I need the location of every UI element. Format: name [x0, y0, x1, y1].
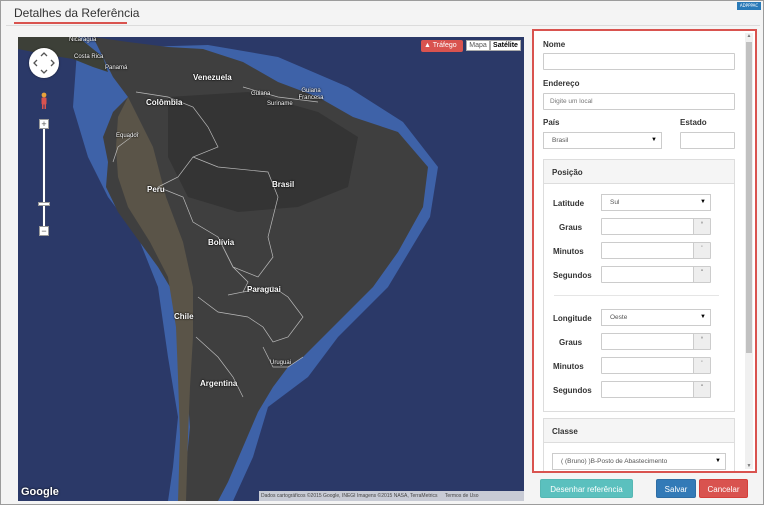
- google-logo: Google: [21, 486, 59, 498]
- degree-addon: °: [693, 219, 710, 234]
- map-label-chile: Chile: [174, 312, 194, 321]
- lat-graus-input[interactable]: °: [601, 218, 711, 235]
- draw-reference-button[interactable]: Desenhar referência: [540, 479, 633, 498]
- map-label-colombia: Colômbia: [146, 98, 183, 107]
- scroll-up-icon[interactable]: ▲: [745, 33, 753, 39]
- scrollbar-thumb[interactable]: [746, 42, 752, 353]
- terms-link[interactable]: Termos de Uso: [445, 493, 479, 499]
- title-underline: [14, 22, 127, 24]
- zoom-in-button[interactable]: +: [39, 119, 49, 129]
- pais-value: Brasil: [552, 137, 569, 144]
- page-title: Detalhes da Referência: [14, 6, 140, 20]
- second-addon: ": [693, 267, 710, 282]
- endereco-input[interactable]: Digite um local: [543, 93, 735, 110]
- lat-minutos-label: Minutos: [553, 247, 584, 256]
- posicao-card-header: Posição: [544, 160, 734, 184]
- map-label-equador: Equador: [116, 133, 139, 139]
- traffic-button[interactable]: ▲ Tráfego: [421, 40, 463, 52]
- map-label-peru: Peru: [147, 185, 165, 194]
- endereco-label: Endereço: [543, 79, 580, 88]
- position-divider: [554, 295, 719, 296]
- latitude-value: Sul: [610, 199, 620, 206]
- lat-segundos-label: Segundos: [553, 271, 592, 280]
- lon-minutos-label: Minutos: [553, 362, 584, 371]
- pan-control[interactable]: [29, 48, 59, 78]
- estado-input[interactable]: [680, 132, 735, 149]
- panel-scrollbar[interactable]: ▲ ▼: [745, 33, 753, 469]
- classe-title: Classe: [552, 427, 578, 436]
- map-label-panama: Panamá: [105, 65, 128, 71]
- minute-addon: ': [693, 358, 710, 373]
- zoom-out-button[interactable]: −: [39, 226, 49, 236]
- minute-addon: ': [693, 243, 710, 258]
- lon-segundos-input[interactable]: ": [601, 381, 711, 398]
- lon-graus-label: Graus: [559, 338, 583, 347]
- pegman-icon[interactable]: [40, 92, 48, 110]
- classe-value: ( (Bruno) )B-Posto de Abastecimento: [561, 458, 668, 465]
- map-view[interactable]: Nicaragua Costa Rica Panamá Venezuela Gu…: [18, 37, 524, 501]
- map-type-map-button[interactable]: Mapa: [466, 40, 490, 51]
- map-type-satellite-button[interactable]: Satélite: [490, 40, 521, 51]
- zoom-slider-handle[interactable]: [38, 202, 50, 206]
- pan-arrows-icon: [33, 52, 55, 74]
- longitude-value: Oeste: [610, 314, 628, 321]
- traffic-icon: ▲: [424, 42, 431, 49]
- map-label-costa-rica: Costa Rica: [74, 54, 104, 60]
- map-label-brasil: Brasil: [272, 180, 295, 189]
- posicao-card: Posição Latitude Sul ▼ Graus ° Minutos '…: [543, 159, 735, 412]
- map-label-guiana-francesa: Guiana Francesa: [298, 88, 324, 101]
- nome-label: Nome: [543, 40, 566, 49]
- map-label-uruguai: Uruguai: [270, 360, 292, 366]
- classe-card-header: Classe: [544, 419, 734, 443]
- title-divider: [6, 25, 760, 26]
- map-label-argentina: Argentina: [200, 379, 238, 388]
- traffic-label: Tráfego: [432, 42, 457, 49]
- map-attribution: Dados cartográficos ©2015 Google, INEGI …: [259, 491, 524, 501]
- pais-select[interactable]: Brasil ▼: [543, 132, 662, 149]
- posicao-title: Posição: [552, 168, 583, 177]
- longitude-label: Longitude: [553, 314, 592, 323]
- chevron-down-icon: ▼: [651, 137, 657, 143]
- latitude-select[interactable]: Sul ▼: [601, 194, 711, 211]
- zoom-slider-track[interactable]: [43, 126, 45, 230]
- attribution-text: Dados cartográficos ©2015 Google, INEGI …: [261, 493, 438, 499]
- estado-label: Estado: [680, 118, 707, 127]
- map-label-paraguai: Paraguai: [247, 285, 281, 294]
- corner-badge: ADPPPAC: [737, 2, 761, 10]
- reference-details-window: ADPPPAC Detalhes da Referência Nicaragua…: [0, 0, 764, 505]
- degree-addon: °: [693, 334, 710, 349]
- chevron-down-icon: ▼: [700, 314, 706, 320]
- map-label-nicaragua: Nicaragua: [69, 37, 97, 43]
- second-addon: ": [693, 382, 710, 397]
- lon-graus-input[interactable]: °: [601, 333, 711, 350]
- save-button[interactable]: Salvar: [656, 479, 696, 498]
- map-label-suriname: Suriname: [267, 101, 293, 107]
- map-label-guiana: Guiana: [251, 91, 271, 97]
- scroll-down-icon[interactable]: ▼: [745, 463, 753, 469]
- map-label-venezuela: Venezuela: [193, 73, 232, 82]
- lon-segundos-label: Segundos: [553, 386, 592, 395]
- map-label-bolivia: Bolívia: [208, 238, 235, 247]
- latitude-label: Latitude: [553, 199, 585, 208]
- lat-minutos-input[interactable]: ': [601, 242, 711, 259]
- lat-segundos-input[interactable]: ": [601, 266, 711, 283]
- pais-label: País: [543, 118, 560, 127]
- classe-card: Classe ( (Bruno) )B-Posto de Abastecimen…: [543, 418, 735, 471]
- nome-input[interactable]: [543, 53, 735, 70]
- lon-minutos-input[interactable]: ': [601, 357, 711, 374]
- chevron-down-icon: ▼: [700, 199, 706, 205]
- longitude-select[interactable]: Oeste ▼: [601, 309, 711, 326]
- classe-select[interactable]: ( (Bruno) )B-Posto de Abastecimento ▼: [552, 453, 726, 470]
- chevron-down-icon: ▼: [715, 458, 721, 464]
- endereco-placeholder: Digite um local: [550, 98, 593, 105]
- reference-form-panel: Nome Endereço Digite um local País Brasi…: [532, 29, 757, 473]
- lat-graus-label: Graus: [559, 223, 583, 232]
- cancel-button[interactable]: Cancelar: [699, 479, 748, 498]
